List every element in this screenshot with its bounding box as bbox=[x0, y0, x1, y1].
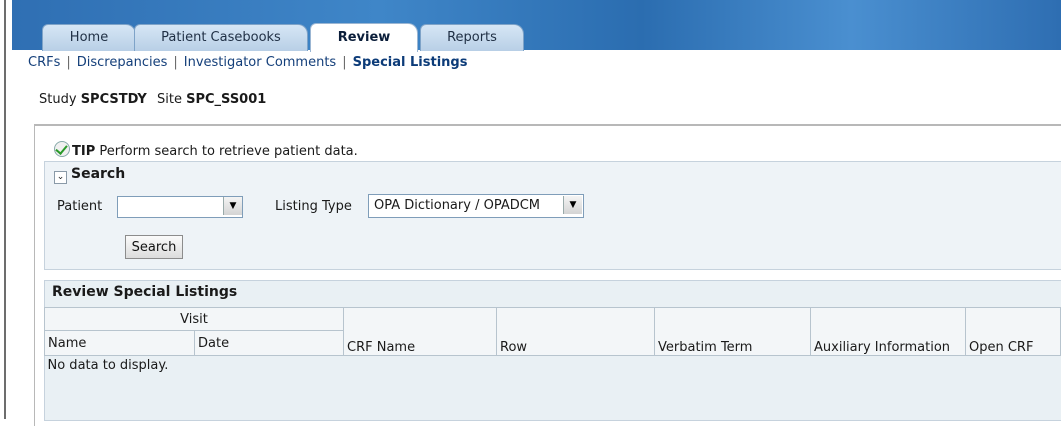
empty-table-message: No data to display. bbox=[44, 355, 1061, 375]
tip-text: Perform search to retrieve patient data. bbox=[99, 144, 358, 159]
study-value: SPCSTDY bbox=[80, 92, 147, 107]
subnav-special-listings[interactable]: Special Listings bbox=[353, 55, 468, 70]
tip-label: TIP bbox=[72, 144, 96, 159]
dropdown-arrow-icon[interactable]: ▼ bbox=[223, 197, 242, 215]
subnav-investigator-comments[interactable]: Investigator Comments bbox=[184, 55, 336, 70]
search-section-header[interactable]: ⌄ Search bbox=[54, 166, 126, 184]
collapse-chevron-icon[interactable]: ⌄ bbox=[54, 171, 67, 184]
results-title: Review Special Listings bbox=[52, 284, 238, 300]
site-value: SPC_SS001 bbox=[186, 92, 267, 107]
tab-patient-casebooks[interactable]: Patient Casebooks bbox=[134, 24, 308, 51]
subnav-separator: | bbox=[173, 55, 178, 70]
subnav-separator: | bbox=[342, 55, 347, 70]
column-header-row[interactable]: Row bbox=[496, 307, 655, 356]
subnav-separator: | bbox=[66, 55, 71, 70]
special-listings-table: Visit CRF Name Row Verbatim Term Auxilia… bbox=[44, 307, 1061, 375]
subnav-crfs[interactable]: CRFs bbox=[28, 55, 60, 70]
subnav-discrepancies[interactable]: Discrepancies bbox=[77, 55, 168, 70]
tab-reports[interactable]: Reports bbox=[420, 24, 524, 51]
column-header-verbatim-term[interactable]: Verbatim Term bbox=[654, 307, 811, 356]
check-circle-icon bbox=[54, 141, 70, 157]
column-header-crf-name[interactable]: CRF Name bbox=[343, 307, 497, 356]
dropdown-arrow-icon[interactable]: ▼ bbox=[563, 196, 582, 214]
column-header-name[interactable]: Name bbox=[44, 330, 195, 356]
listing-type-select[interactable]: OPA Dictionary / OPADCM ▼ bbox=[368, 194, 584, 218]
column-header-auxiliary-information[interactable]: Auxiliary Information bbox=[810, 307, 966, 356]
column-header-open-crf[interactable]: Open CRF bbox=[965, 307, 1061, 356]
listing-type-label: Listing Type bbox=[275, 199, 352, 214]
study-site-context: Study SPCSTDY Site SPC_SS001 bbox=[39, 92, 272, 107]
patient-label: Patient bbox=[57, 199, 103, 214]
search-button[interactable]: Search bbox=[125, 235, 183, 259]
patient-select[interactable]: ▼ bbox=[117, 196, 243, 218]
left-window-edge bbox=[0, 0, 12, 419]
tab-home[interactable]: Home bbox=[42, 24, 136, 51]
tip-message: TIP Perform search to retrieve patient d… bbox=[54, 139, 358, 159]
column-group-visit: Visit bbox=[44, 307, 344, 331]
column-header-date[interactable]: Date bbox=[194, 330, 344, 356]
listing-type-value: OPA Dictionary / OPADCM bbox=[374, 198, 541, 213]
sub-navigation: CRFs | Discrepancies | Investigator Comments… bbox=[28, 55, 467, 70]
study-label: Study bbox=[39, 92, 77, 107]
site-label: Site bbox=[157, 92, 182, 107]
search-title: Search bbox=[71, 166, 126, 182]
tab-review[interactable]: Review bbox=[310, 23, 418, 52]
